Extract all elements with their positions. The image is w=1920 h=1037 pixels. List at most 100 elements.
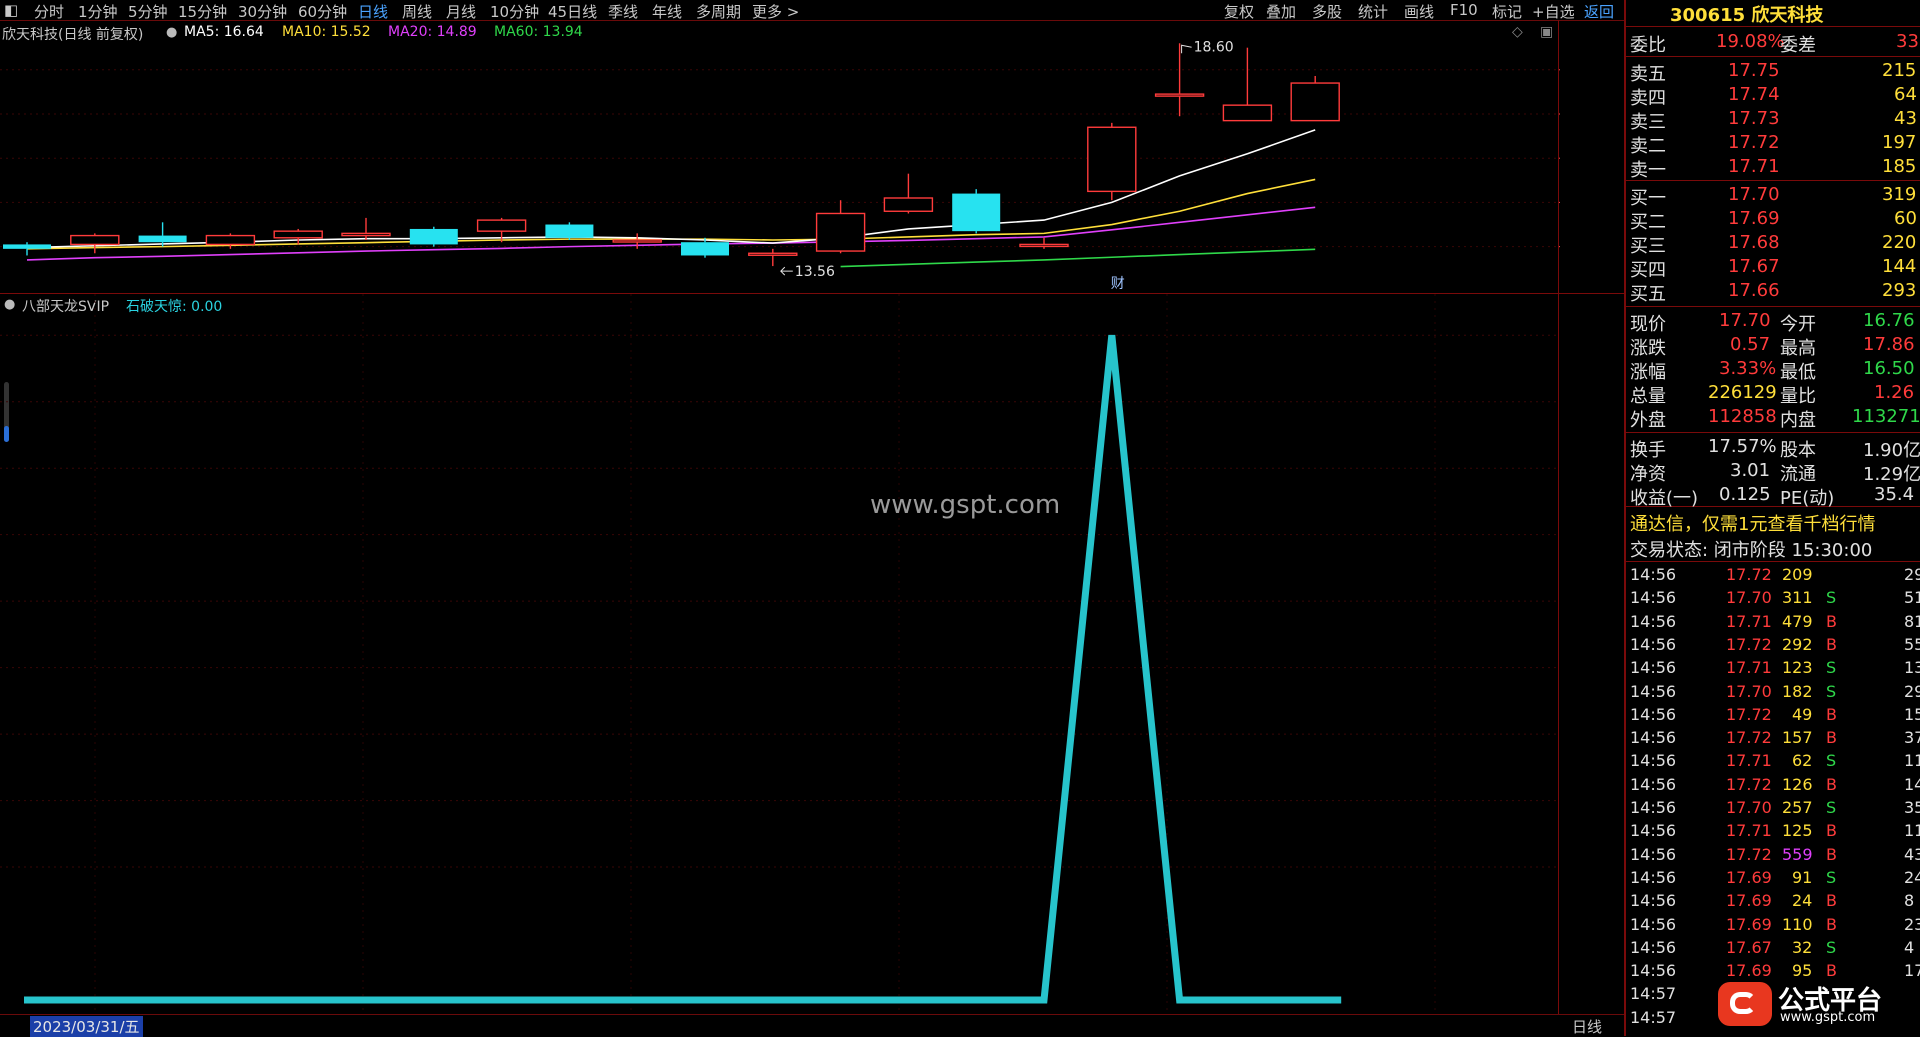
promo-text[interactable]: 通达信，仅需1元查看千档行情 — [1630, 510, 1875, 536]
stat-value: 112858 — [1708, 406, 1777, 427]
candle — [1019, 237, 1069, 249]
tab-yearly[interactable]: 年线 — [652, 1, 682, 22]
stat-value: 16.50 — [1863, 358, 1915, 379]
tab-quarterly[interactable]: 季线 — [608, 1, 638, 22]
stat-value: 1.26 — [1874, 382, 1915, 403]
tick-price: 17.71 — [1726, 611, 1772, 631]
tab-more[interactable]: 更多 > — [752, 1, 799, 22]
tab-fenshi[interactable]: 分时 — [34, 1, 64, 22]
tab-1min[interactable]: 1分钟 — [78, 1, 118, 22]
tool-f10-button[interactable]: F10 — [1450, 1, 1478, 19]
tick-side: S — [1826, 798, 1837, 817]
stat-value: 17.70 — [1719, 310, 1771, 331]
tick-row: 14:56 17.72 292 B 55 — [1626, 635, 1920, 658]
candle-body — [273, 230, 323, 239]
tick-row: 14:56 17.72 126 B 14 — [1626, 775, 1920, 798]
tab-multi-period[interactable]: 多周期 — [696, 1, 741, 22]
tick-row: 14:56 17.70 182 S 29 — [1626, 682, 1920, 705]
tick-price: 17.69 — [1726, 867, 1772, 887]
stat2-row: 收益(一) 0.125 PE(动) 35.4 — [1626, 484, 1920, 509]
tick-side: B — [1826, 961, 1837, 981]
stat-value: 17.86 — [1863, 334, 1915, 355]
tab-45day[interactable]: 45日线 — [548, 1, 597, 22]
tab-monthly[interactable]: 月线 — [446, 1, 476, 22]
tool-mark-button[interactable]: 标记 — [1492, 1, 1522, 22]
tick-count: 11 — [1904, 751, 1920, 771]
candle — [1290, 75, 1340, 122]
candle — [545, 222, 594, 240]
high-arrow — [1181, 44, 1192, 54]
stat-label: 外盘 — [1630, 410, 1666, 431]
tick-count: 4 — [1904, 937, 1915, 957]
tick-time: 14:56 — [1630, 634, 1677, 654]
ask-row: 卖三 17.73 43 — [1626, 108, 1920, 133]
stat2-label: PE(动) — [1780, 488, 1835, 509]
tab-weekly[interactable]: 周线 — [402, 1, 432, 22]
bid-price: 17.69 — [1728, 208, 1780, 229]
tool-stats-button[interactable]: 统计 — [1358, 1, 1388, 22]
candle-body — [612, 239, 662, 243]
tick-count: 43 — [1904, 844, 1920, 864]
tab-60min[interactable]: 60分钟 — [298, 1, 347, 22]
stat-value: 0.57 — [1730, 334, 1771, 355]
candle-body — [748, 252, 798, 256]
tick-price: 17.71 — [1726, 751, 1772, 771]
ask-volume: 215 — [1882, 60, 1917, 81]
ask-volume: 197 — [1882, 132, 1917, 153]
tick-count: 13 — [1904, 658, 1920, 678]
candle-body — [138, 235, 187, 243]
candle-body — [409, 228, 458, 245]
bid-label: 买一 — [1630, 188, 1666, 209]
stat2-value: 1.90亿 — [1863, 440, 1920, 461]
tab-10min[interactable]: 10分钟 — [490, 1, 539, 22]
tick-side: S — [1826, 681, 1837, 701]
tab-15min[interactable]: 15分钟 — [178, 1, 227, 22]
tool-add-favorite-button[interactable]: +自选 — [1532, 1, 1575, 22]
stat-row: 涨幅 3.33% 最低 16.50 — [1626, 358, 1920, 383]
ask-label: 卖三 — [1630, 112, 1666, 133]
tick-price: 17.70 — [1726, 798, 1772, 817]
candle — [815, 200, 866, 254]
tick-time: 14:57 — [1630, 1007, 1677, 1027]
stat-label: 总量 — [1630, 386, 1666, 407]
stat-row: 总量 226129 量比 1.26 — [1626, 382, 1920, 407]
tick-count: 24 — [1904, 867, 1920, 887]
candle-body — [1087, 126, 1137, 193]
price-axis-border — [1558, 20, 1559, 1014]
candle-body — [1154, 93, 1205, 97]
toolbar-menu-icon[interactable]: ◧ — [4, 1, 18, 19]
tick-time: 14:56 — [1630, 774, 1677, 794]
ask-price: 17.72 — [1728, 132, 1780, 153]
candle-body — [1019, 243, 1069, 248]
weicha-label: 委差 — [1780, 35, 1816, 56]
tick-count: 14 — [1904, 774, 1920, 794]
tool-fuquan-button[interactable]: 复权 — [1224, 1, 1254, 22]
period-label: 日线 — [1572, 1018, 1603, 1036]
tab-30min[interactable]: 30分钟 — [238, 1, 287, 22]
ask-label: 卖一 — [1630, 160, 1666, 181]
tick-volume: 126 — [1782, 774, 1813, 794]
promo-row[interactable]: 通达信，仅需1元查看千档行情 — [1626, 510, 1920, 536]
tab-daily[interactable]: 日线 — [358, 1, 388, 22]
bid-row: 买三 17.68 220 — [1626, 232, 1920, 257]
tool-draw-button[interactable]: 画线 — [1404, 1, 1434, 22]
tab-5min[interactable]: 5分钟 — [128, 1, 168, 22]
tick-count: 29 — [1904, 681, 1920, 701]
tick-count: 37 — [1904, 728, 1920, 748]
tick-row: 14:56 17.72 209 29 — [1626, 565, 1920, 588]
bid-price: 17.66 — [1728, 280, 1780, 301]
ask-price: 17.75 — [1728, 60, 1780, 81]
tick-price: 17.72 — [1726, 565, 1772, 584]
tool-back-button[interactable]: 返回 — [1584, 1, 1614, 22]
candle — [952, 189, 1001, 234]
candle — [883, 173, 934, 214]
bid-label: 买二 — [1630, 212, 1666, 233]
tool-overlay-button[interactable]: 叠加 — [1266, 1, 1296, 22]
tool-multi-stock-button[interactable]: 多股 — [1312, 1, 1342, 22]
finance-marker[interactable]: 财 — [1111, 276, 1125, 292]
stat2-label: 换手 — [1630, 440, 1666, 461]
tick-price: 17.69 — [1726, 891, 1772, 911]
bid-row: 买二 17.69 60 — [1626, 208, 1920, 233]
ask-price: 17.73 — [1728, 108, 1780, 129]
tick-price: 17.72 — [1726, 704, 1772, 724]
